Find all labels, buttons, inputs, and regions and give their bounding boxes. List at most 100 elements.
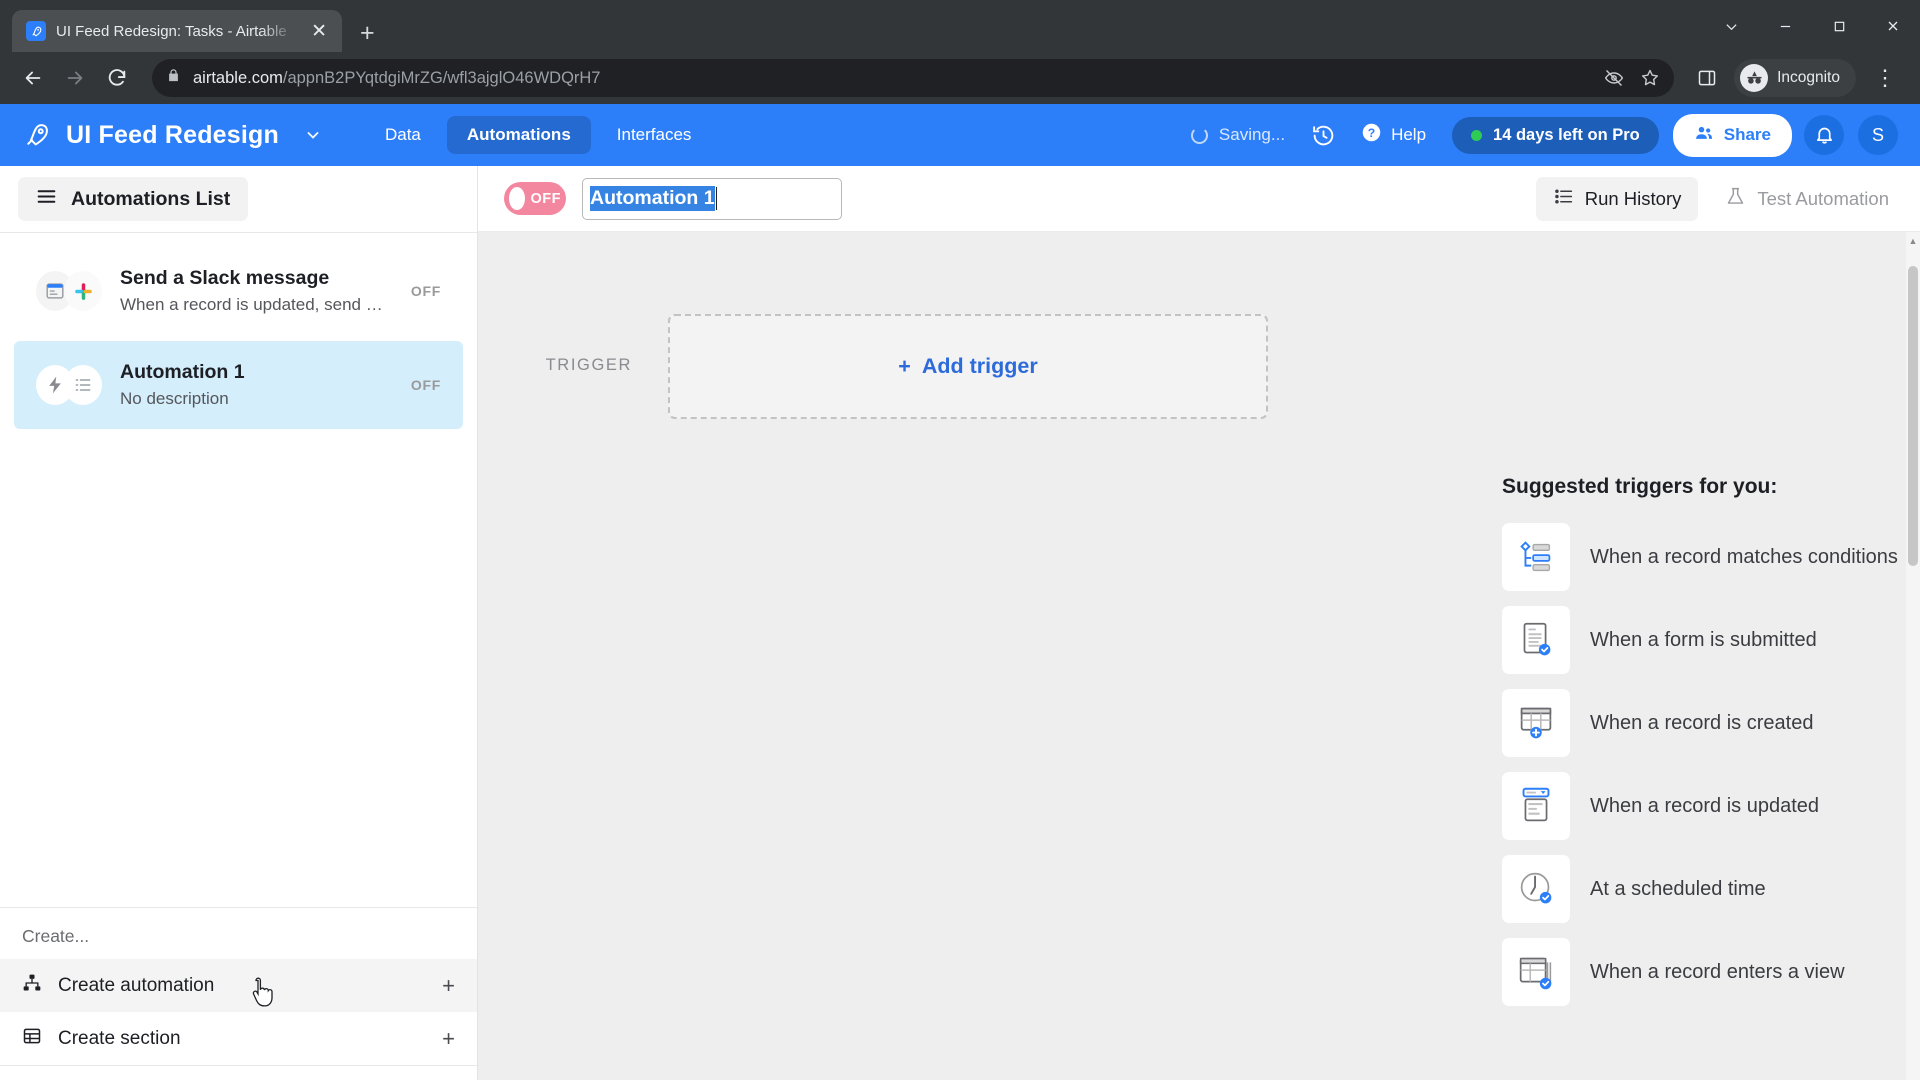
plus-icon: + <box>898 354 911 378</box>
forward-icon <box>56 59 94 97</box>
spinner-icon <box>1190 126 1208 144</box>
tab-interfaces[interactable]: Interfaces <box>597 116 712 154</box>
window-close-icon[interactable] <box>1866 0 1920 52</box>
plus-icon[interactable]: + <box>442 974 455 997</box>
suggested-trigger-label: When a form is submitted <box>1590 628 1817 651</box>
svg-text:?: ? <box>1368 126 1375 140</box>
suggested-trigger-item[interactable]: When a record enters a view <box>1502 934 1920 1010</box>
browser-toolbar: airtable.com/appnB2PYqtdgiMrZG/wfl3ajglO… <box>0 52 1920 104</box>
sidebar-create-section: Create... Create automation + Create sec… <box>0 907 477 1080</box>
base-logo-group[interactable]: UI Feed Redesign <box>22 120 321 150</box>
window-maximize-icon[interactable] <box>1812 0 1866 52</box>
address-bar[interactable]: airtable.com/appnB2PYqtdgiMrZG/wfl3ajglO… <box>152 59 1675 97</box>
sidebar-header: Automations List <box>0 166 477 232</box>
automation-toolbar: OFF Automation 1 Run History Test Automa… <box>478 166 1920 232</box>
reload-icon[interactable] <box>98 59 136 97</box>
rocket-icon <box>22 120 52 150</box>
browser-tab[interactable]: UI Feed Redesign: Tasks - Airtable ✕ <box>12 10 342 52</box>
create-automation-label: Create automation <box>58 974 215 996</box>
suggested-triggers-section: Suggested triggers for you: When a recor… <box>478 475 1920 1010</box>
suggested-trigger-label: At a scheduled time <box>1590 877 1766 900</box>
test-automation-button[interactable]: Test Automation <box>1708 177 1906 221</box>
record-updated-icon <box>1502 772 1570 840</box>
automation-canvas: TRIGGER + Add trigger Suggested triggers… <box>478 232 1920 1080</box>
canvas-scrollbar[interactable]: ▲ ▼ <box>1906 232 1920 1080</box>
automation-description: No description <box>120 389 229 408</box>
side-panel-icon[interactable] <box>1688 59 1726 97</box>
notifications-button[interactable] <box>1804 115 1844 155</box>
create-automation-button[interactable]: Create automation + <box>0 959 477 1012</box>
tab-title: UI Feed Redesign: Tasks - Airtable <box>56 22 287 40</box>
add-trigger-button[interactable]: + Add trigger <box>668 314 1268 419</box>
clock-icon <box>1502 855 1570 923</box>
share-button[interactable]: Share <box>1672 113 1792 157</box>
record-created-icon <box>1502 689 1570 757</box>
run-history-button[interactable]: Run History <box>1535 176 1699 221</box>
help-icon: ? <box>1361 122 1382 148</box>
test-automation-label: Test Automation <box>1757 187 1889 209</box>
tab-strip: UI Feed Redesign: Tasks - Airtable ✕ + <box>0 0 1920 52</box>
window-controls <box>1704 0 1920 52</box>
trigger-section: TRIGGER + Add trigger <box>478 232 1920 419</box>
suggested-trigger-label: When a record enters a view <box>1590 960 1845 983</box>
profile-incognito-button[interactable]: Incognito <box>1734 59 1856 97</box>
list-item[interactable]: Automation 1 No description OFF <box>14 341 463 429</box>
tab-data[interactable]: Data <box>365 116 441 154</box>
automation-title: Automation 1 <box>120 361 245 383</box>
suggested-trigger-label: When a record is created <box>1590 711 1814 734</box>
tracking-blocked-icon[interactable] <box>1604 68 1624 88</box>
saving-label: Saving... <box>1218 125 1286 144</box>
window-minimize-dropdown-icon[interactable] <box>1704 0 1758 52</box>
run-history-icon <box>1553 186 1574 212</box>
chrome-menu-icon[interactable]: ⋮ <box>1864 67 1906 89</box>
form-submitted-icon <box>1502 606 1570 674</box>
suggested-trigger-item[interactable]: At a scheduled time <box>1502 851 1920 927</box>
suggested-trigger-item[interactable]: When a record is created <box>1502 685 1920 761</box>
list-icon <box>64 365 102 405</box>
create-section-label-text: Create section <box>58 1027 181 1049</box>
bookmark-star-icon[interactable] <box>1640 68 1660 88</box>
automation-name-value: Automation 1 <box>590 186 715 211</box>
scrollbar-thumb[interactable] <box>1908 266 1918 566</box>
scroll-up-arrow-icon[interactable]: ▲ <box>1906 232 1920 250</box>
trial-status-badge[interactable]: 14 days left on Pro <box>1452 116 1659 154</box>
automation-description: When a record is updated, send a ... <box>120 295 383 314</box>
automation-enable-toggle[interactable]: OFF <box>504 182 566 215</box>
user-avatar[interactable]: S <box>1858 115 1898 155</box>
suggested-trigger-item[interactable]: When a form is submitted <box>1502 602 1920 678</box>
slack-icon <box>64 271 102 311</box>
browser-chrome: UI Feed Redesign: Tasks - Airtable ✕ + a… <box>0 0 1920 104</box>
suggested-trigger-item[interactable]: When a record matches conditions <box>1502 519 1920 595</box>
run-history-label: Run History <box>1584 187 1682 209</box>
new-tab-button[interactable]: + <box>360 21 375 46</box>
chevron-down-icon[interactable] <box>305 127 321 143</box>
record-enters-view-icon <box>1502 938 1570 1006</box>
sitemap-icon <box>22 973 42 998</box>
profile-label: Incognito <box>1777 69 1840 86</box>
automation-name-input[interactable]: Automation 1 <box>582 177 842 220</box>
tab-close-icon[interactable]: ✕ <box>306 19 332 44</box>
create-section-button[interactable]: Create section + <box>0 1012 477 1065</box>
automation-title: Send a Slack message <box>120 267 330 289</box>
list-item[interactable]: Send a Slack message When a record is up… <box>14 247 463 335</box>
window-minimize-icon[interactable] <box>1758 0 1812 52</box>
suggested-trigger-item[interactable]: When a record is updated <box>1502 768 1920 844</box>
suggested-for-you-section[interactable]: Suggested for you <box>0 1065 477 1080</box>
plus-icon[interactable]: + <box>442 1027 455 1050</box>
suggested-triggers-title: Suggested triggers for you: <box>1502 475 1778 498</box>
incognito-avatar-icon <box>1740 64 1769 92</box>
add-trigger-label: Add trigger <box>921 354 1038 378</box>
lock-icon <box>166 68 181 88</box>
share-people-icon <box>1694 123 1714 148</box>
history-icon[interactable] <box>1303 115 1343 155</box>
automation-text: Send a Slack message When a record is up… <box>120 267 383 315</box>
back-icon[interactable] <box>14 59 52 97</box>
status-badge: OFF <box>410 377 441 393</box>
help-button[interactable]: ? Help <box>1349 114 1438 156</box>
automation-icons <box>36 271 102 311</box>
app-header-right: Saving... ? Help 14 days left on Pro Sha… <box>1179 113 1898 157</box>
tab-automations[interactable]: Automations <box>446 116 591 154</box>
help-label: Help <box>1391 125 1427 144</box>
app-nav: Data Automations Interfaces <box>365 116 711 154</box>
automations-list-button[interactable]: Automations List <box>18 177 249 221</box>
